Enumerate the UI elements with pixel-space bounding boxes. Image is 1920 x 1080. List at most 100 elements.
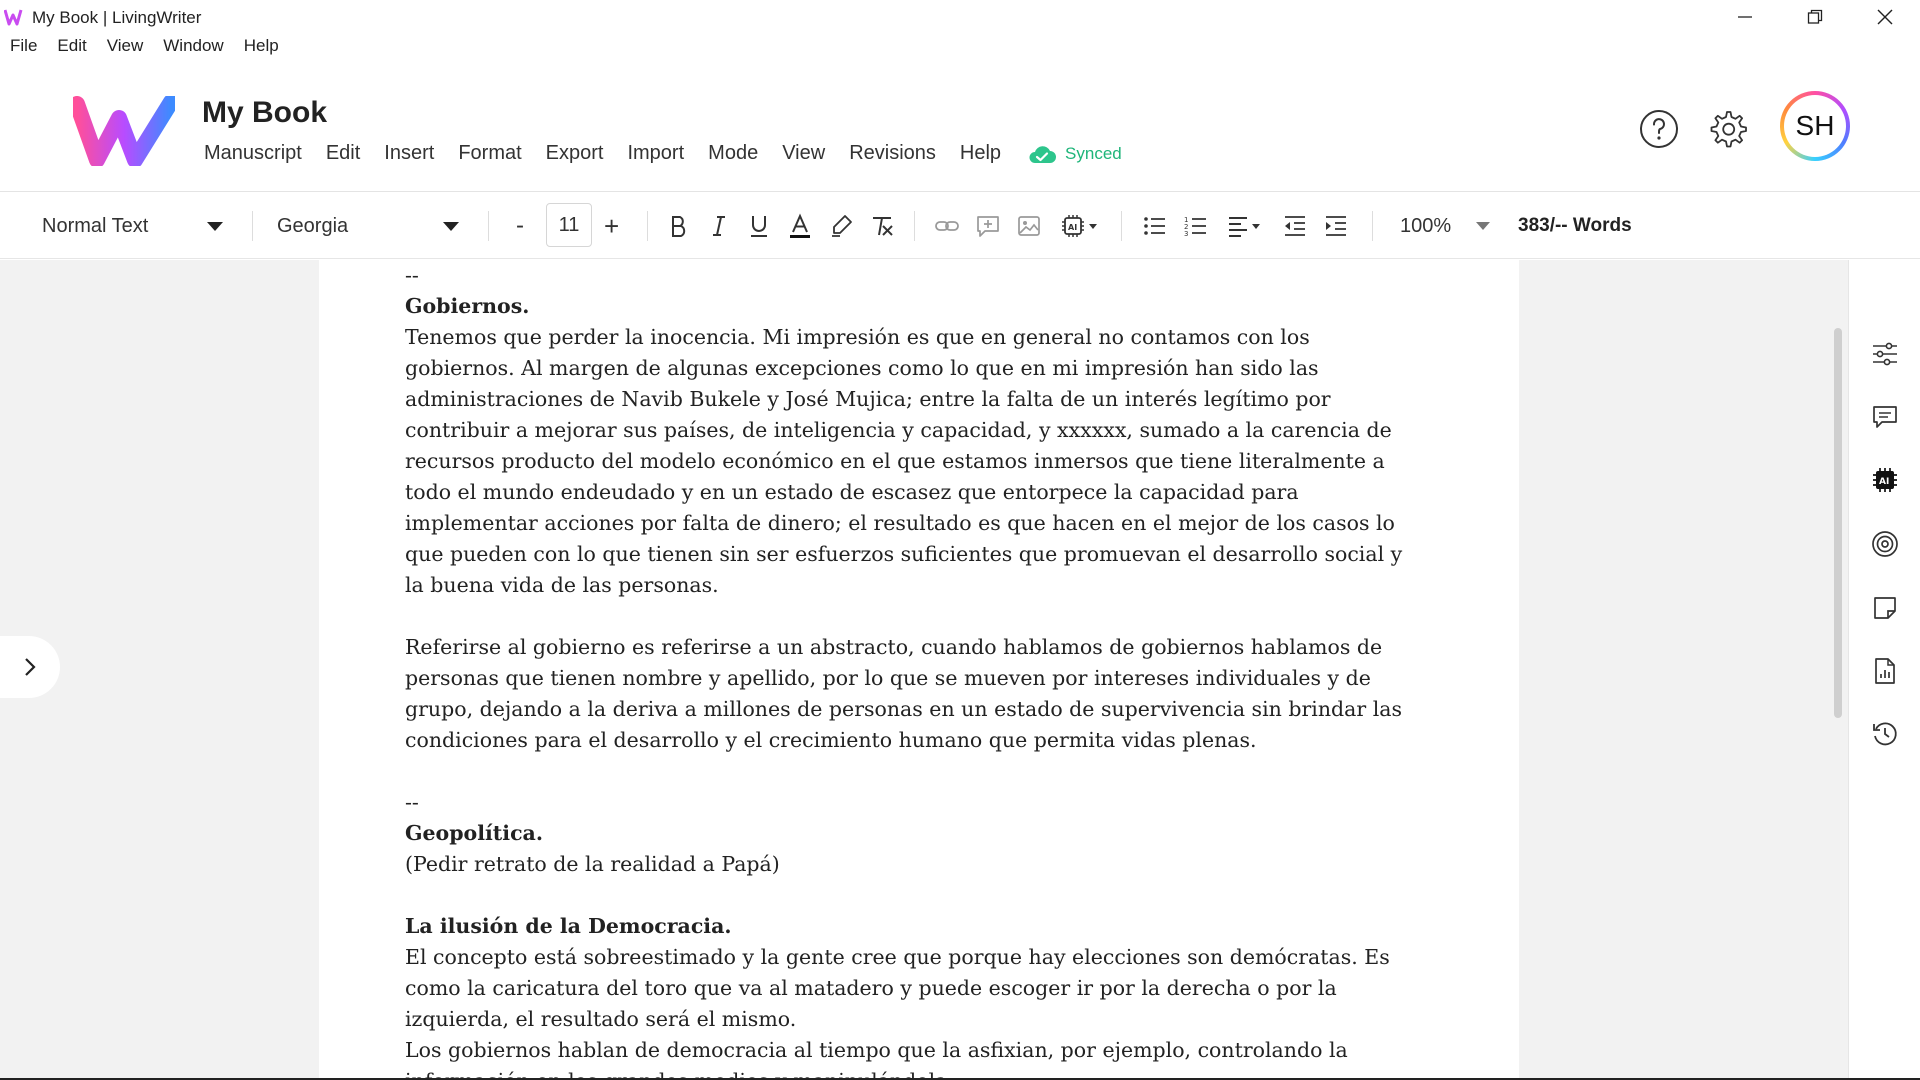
paragraph[interactable]: Los gobiernos hablan de democracia al ti…: [405, 1035, 1405, 1080]
increase-font-size-button[interactable]: +: [604, 193, 619, 259]
document-page[interactable]: -- Gobiernos. Tenemos que perder la inocen…: [319, 260, 1519, 1080]
font-family-select[interactable]: Georgia: [277, 193, 348, 259]
history-button[interactable]: [1871, 720, 1899, 748]
underline-icon: [751, 216, 767, 237]
paragraph[interactable]: Referirse al gobierno es referirse a un …: [405, 632, 1405, 756]
sync-status: Synced: [1027, 143, 1122, 165]
menu-view[interactable]: View: [770, 142, 837, 165]
comment-icon: [1873, 406, 1897, 428]
svg-text:AI: AI: [1068, 223, 1077, 232]
menu-import[interactable]: Import: [615, 142, 696, 165]
decrease-indent-button[interactable]: [1282, 213, 1308, 239]
help-icon[interactable]: [1638, 108, 1680, 150]
ai-chip-icon: AI: [1873, 468, 1897, 492]
zoom-select[interactable]: 100%: [1400, 193, 1451, 259]
divider: [647, 211, 648, 241]
alignment-dropdown[interactable]: [1226, 213, 1266, 239]
paragraph[interactable]: El concepto está sobreestimado y la gent…: [405, 942, 1405, 1035]
close-button[interactable]: [1850, 0, 1920, 34]
bullet-list-icon: [1144, 217, 1165, 235]
highlight-button[interactable]: [828, 213, 854, 239]
goals-button[interactable]: [1871, 530, 1899, 558]
italic-button[interactable]: [706, 213, 732, 239]
notes-button[interactable]: [1871, 594, 1899, 622]
outdent-icon: [1285, 216, 1305, 236]
minimize-button[interactable]: [1710, 0, 1780, 34]
scrollbar[interactable]: [1834, 328, 1842, 718]
os-menu-file[interactable]: File: [0, 36, 47, 62]
os-menu-window[interactable]: Window: [153, 36, 233, 62]
divider: [1121, 211, 1122, 241]
app-menu-bar: Manuscript Edit Insert Format Export Imp…: [192, 142, 1122, 165]
section-heading[interactable]: Geopolítica.: [405, 818, 1405, 849]
divider: [1372, 211, 1373, 241]
section-heading[interactable]: La ilusión de la Democracia.: [405, 911, 1405, 942]
clear-format-button[interactable]: [869, 213, 895, 239]
expand-sidebar-button[interactable]: [0, 636, 60, 698]
add-comment-button[interactable]: [975, 213, 1001, 239]
os-menu-help[interactable]: Help: [234, 36, 289, 62]
avatar[interactable]: SH: [1780, 91, 1850, 161]
menu-insert[interactable]: Insert: [372, 142, 446, 165]
menu-export[interactable]: Export: [534, 142, 616, 165]
paragraph-style-caret[interactable]: [207, 193, 223, 259]
comments-button[interactable]: [1871, 403, 1899, 431]
restore-icon: [1807, 9, 1823, 24]
word-count-text: 383/-- Words: [1518, 215, 1632, 236]
target-icon: [1872, 531, 1898, 557]
font-size-input[interactable]: 11: [546, 203, 592, 247]
ai-chip-icon: AI: [1062, 215, 1097, 237]
numbered-list-icon: 123: [1184, 216, 1206, 238]
document-title[interactable]: My Book: [202, 96, 327, 130]
menu-mode[interactable]: Mode: [696, 142, 770, 165]
settings-sliders-button[interactable]: [1871, 340, 1899, 368]
menu-manuscript[interactable]: Manuscript: [192, 142, 314, 165]
paragraph[interactable]: --: [405, 787, 1405, 818]
underline-button[interactable]: [746, 213, 772, 239]
document-body[interactable]: -- Gobiernos. Tenemos que perder la inocen…: [405, 260, 1405, 1080]
divider: [914, 211, 915, 241]
right-tool-rail: AI: [1848, 260, 1920, 1080]
text-color-icon: [790, 213, 810, 238]
ai-assistant-button[interactable]: AI: [1871, 466, 1899, 494]
link-icon: [935, 221, 959, 231]
bullet-list-button[interactable]: [1142, 213, 1168, 239]
font-family-caret[interactable]: [443, 193, 459, 259]
os-menu-view[interactable]: View: [97, 36, 154, 62]
document-stats-icon: [1875, 658, 1895, 684]
ai-tools-dropdown[interactable]: AI: [1060, 213, 1100, 239]
svg-text:AI: AI: [1879, 477, 1889, 487]
paragraph[interactable]: --: [405, 260, 1405, 291]
menu-format[interactable]: Format: [446, 142, 533, 165]
menu-edit[interactable]: Edit: [314, 142, 372, 165]
numbered-list-button[interactable]: 123: [1183, 213, 1209, 239]
divider: [252, 211, 253, 241]
gear-icon[interactable]: [1706, 108, 1748, 150]
paragraph[interactable]: Tenemos que perder la inocencia. Mi impr…: [405, 322, 1405, 601]
italic-icon: [713, 216, 725, 236]
bold-button[interactable]: [666, 213, 692, 239]
section-heading[interactable]: Gobiernos.: [405, 291, 1405, 322]
word-count[interactable]: 383/-- Words: [1518, 193, 1632, 259]
paragraph-style-select[interactable]: Normal Text: [42, 193, 148, 259]
chevron-right-icon: [25, 658, 36, 676]
minimize-icon: [1738, 16, 1752, 18]
text-color-button[interactable]: [787, 213, 813, 239]
zoom-value: 100%: [1400, 214, 1452, 237]
document-stats-button[interactable]: [1871, 657, 1899, 685]
zoom-caret[interactable]: [1476, 193, 1490, 259]
insert-image-button[interactable]: [1016, 213, 1042, 239]
restore-button[interactable]: [1780, 0, 1850, 34]
insert-link-button[interactable]: [934, 213, 960, 239]
paragraph[interactable]: (Pedir retrato de la realidad a Papá): [405, 849, 1405, 880]
app-header: My Book Manuscript Edit Insert Format Ex…: [0, 62, 1920, 192]
menu-help[interactable]: Help: [948, 142, 1013, 165]
window-title: My Book | LivingWriter: [32, 8, 202, 27]
decrease-font-size-button[interactable]: -: [516, 193, 524, 259]
increase-indent-button[interactable]: [1323, 213, 1349, 239]
os-menu-edit[interactable]: Edit: [47, 36, 96, 62]
menu-revisions[interactable]: Revisions: [837, 142, 948, 165]
